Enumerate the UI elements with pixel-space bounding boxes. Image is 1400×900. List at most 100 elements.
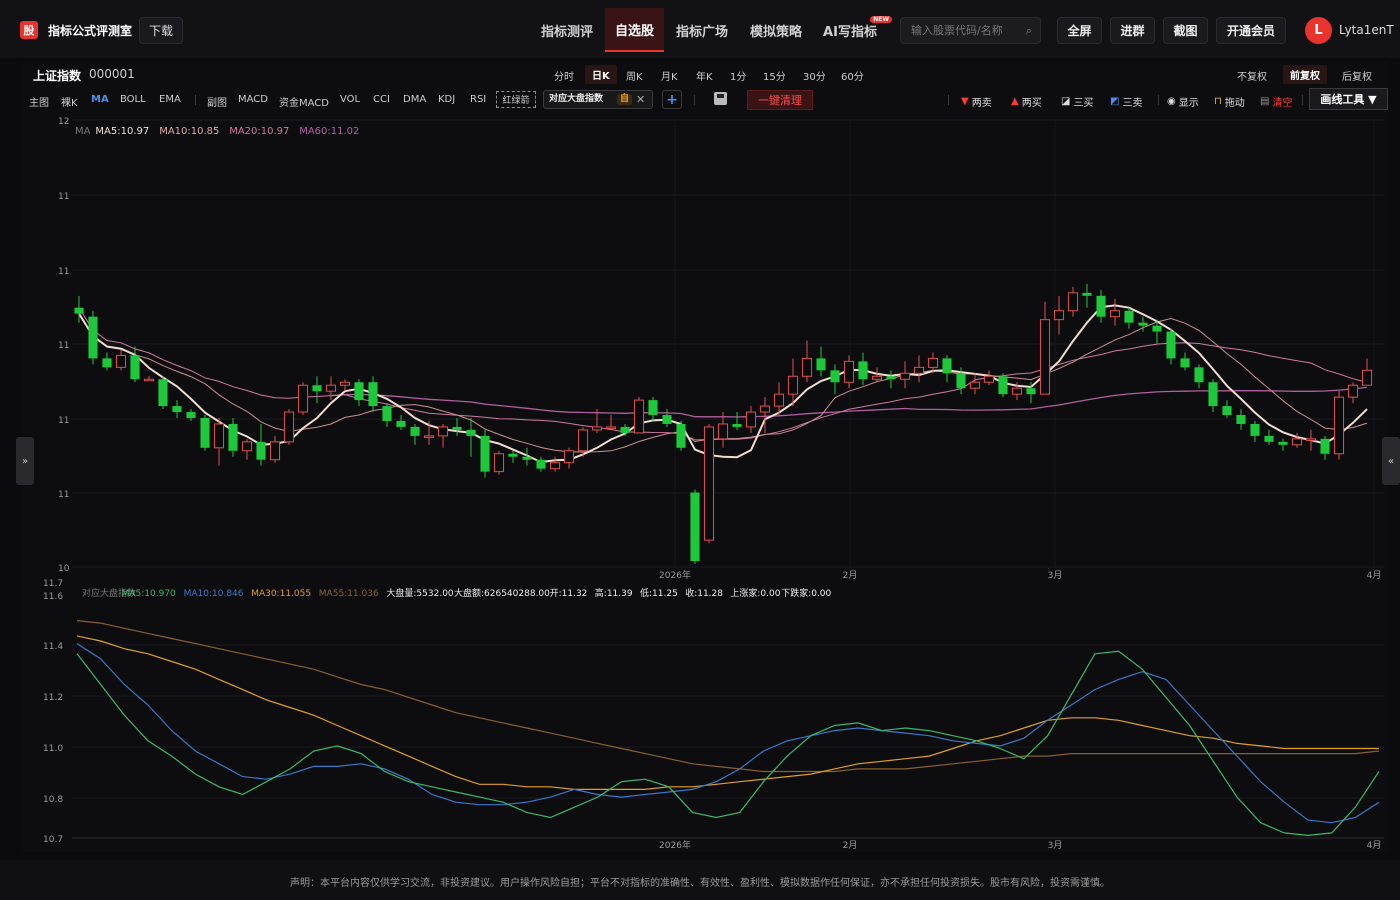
indicator-sub[interactable]: 副图 — [207, 94, 227, 109]
drawing-tools-dropdown[interactable]: 画线工具 ▼ — [1309, 88, 1388, 110]
candle-body-down — [354, 382, 364, 401]
candle-body-up — [325, 384, 337, 392]
candle-body-down — [228, 423, 238, 451]
candle-body-up — [983, 375, 995, 383]
y-tick-label: 11.2 — [43, 693, 63, 703]
candle-body-up — [1109, 310, 1121, 318]
toolbar-divider — [1158, 95, 1159, 105]
period-1min[interactable]: 1分 — [730, 68, 746, 83]
candle-body-down — [508, 453, 518, 457]
username[interactable]: Lyta1enT — [1339, 23, 1394, 37]
period-intraday[interactable]: 分时 — [554, 68, 574, 83]
toolbar-divider — [1302, 95, 1303, 105]
compare-index-label: 对应大盘指数 — [549, 94, 604, 104]
tool-clear[interactable]: ▤ 清空 — [1260, 94, 1292, 109]
close-icon[interactable]: ✕ — [636, 91, 645, 108]
indicator-boll[interactable]: BOLL — [120, 94, 146, 105]
candle-body-down — [522, 456, 532, 460]
indicator-rsi[interactable]: RSI — [470, 94, 486, 105]
save-icon[interactable] — [714, 92, 727, 105]
period-weekly[interactable]: 周K — [626, 68, 643, 83]
candle-body-down — [1320, 438, 1330, 454]
indicator-ma[interactable]: MA — [91, 94, 109, 105]
compare-index-tag[interactable]: 对应大盘指数 自 ✕ — [543, 90, 653, 109]
download-button[interactable]: 下载 — [139, 17, 183, 44]
adjust-backward[interactable]: 后复权 — [1342, 68, 1372, 83]
candle-body-down — [816, 358, 826, 371]
nav-tab-indicator-square[interactable]: 指标广场 — [668, 8, 736, 52]
add-indicator-button[interactable]: + — [662, 90, 682, 109]
candle-body-down — [74, 307, 84, 314]
sub-legend-item: MA5:10.970 — [122, 589, 176, 599]
candlestick-chart[interactable]: 121111111111102026年 2月 3月 4月MA MA5:10.97 MA10… — [0, 112, 1400, 587]
candle-body-up — [1011, 387, 1023, 395]
tool-two-sell[interactable]: ▼ 两卖 — [961, 94, 992, 109]
collapse-right-handle[interactable]: « — [1382, 437, 1400, 485]
candle-body-up — [1347, 384, 1359, 398]
nav-tab-ai-indicator[interactable]: AI写指标 NEW — [816, 8, 892, 52]
candle-body-down — [732, 423, 742, 427]
market-index-ma-chart[interactable]: 11.711.611.411.211.010.810.72026年 2月 3月 4月对… — [0, 578, 1400, 853]
ma-legend-item: MA10:10.85 — [159, 126, 219, 137]
indicator-kdj[interactable]: KDJ — [438, 94, 455, 105]
tool-two-buy[interactable]: ▲ 两买 — [1011, 94, 1042, 109]
adjust-forward[interactable]: 前复权 — [1283, 65, 1327, 84]
tool-show[interactable]: ◉ 显示 — [1167, 94, 1199, 109]
tool-drag[interactable]: ⊓ 拖动 — [1214, 94, 1245, 109]
fullscreen-button[interactable]: 全屏 — [1057, 17, 1102, 44]
candle-body-up — [801, 357, 813, 377]
candle-body-up — [283, 411, 295, 443]
candle-body-up — [115, 354, 127, 368]
indicator-macd[interactable]: MACD — [238, 94, 268, 105]
indicator-vol[interactable]: VOL — [340, 94, 360, 105]
sub-legend-item: 高:11.39 — [595, 587, 633, 599]
expand-left-handle[interactable]: » — [16, 437, 34, 485]
nav-tab-sim-strategy[interactable]: 模拟策略 — [742, 8, 810, 52]
screenshot-button[interactable]: 截图 — [1163, 17, 1208, 44]
period-30min[interactable]: 30分 — [803, 68, 826, 83]
candle-body-down — [1138, 322, 1148, 326]
sub-legend-item: MA10:10.846 — [184, 589, 244, 599]
nav-tab-ai-label: AI写指标 — [823, 24, 877, 40]
search-icon[interactable]: ⌕ — [1026, 18, 1032, 43]
period-60min[interactable]: 60分 — [841, 68, 864, 83]
nav-tab-watchlist[interactable]: 自选股 — [605, 8, 664, 52]
red-green-arrow-toggle[interactable]: 红绿箭 — [496, 91, 536, 108]
candle-body-down — [1222, 406, 1232, 416]
candle-body-down — [998, 376, 1008, 395]
y-tick-label: 11 — [58, 192, 69, 202]
nav-tab-indicator-eval[interactable]: 指标测评 — [533, 8, 601, 52]
join-group-button[interactable]: 进群 — [1110, 17, 1155, 44]
one-click-clear-button[interactable]: 一键清理 — [747, 90, 813, 110]
indicator-cci[interactable]: CCI — [373, 94, 390, 105]
period-15min[interactable]: 15分 — [763, 68, 786, 83]
toolbar-divider — [694, 95, 695, 105]
period-monthly[interactable]: 月K — [661, 68, 678, 83]
indicator-dma[interactable]: DMA — [403, 94, 426, 105]
eye-icon: ◉ — [1167, 96, 1176, 107]
indicator-bare-k[interactable]: 裸K — [61, 94, 78, 109]
ma30-line — [76, 635, 1379, 790]
ma10-line — [76, 643, 1380, 824]
tool-three-buy[interactable]: ◪ 三买 — [1061, 94, 1093, 109]
candle-body-up — [423, 435, 435, 438]
indicator-ema[interactable]: EMA — [159, 94, 181, 105]
down-triangle-icon: ▼ — [961, 96, 969, 107]
vip-button[interactable]: 开通会员 — [1216, 17, 1286, 44]
y-tick-label: 11 — [58, 416, 69, 426]
adjust-none[interactable]: 不复权 — [1237, 68, 1267, 83]
candle-body-up — [591, 426, 603, 431]
period-yearly[interactable]: 年K — [696, 68, 713, 83]
candle-body-up — [633, 399, 645, 434]
tool-three-sell[interactable]: ◩ 三卖 — [1110, 94, 1142, 109]
candle-body-down — [368, 382, 378, 407]
indicator-main[interactable]: 主图 — [29, 94, 49, 109]
sub-legend-item: 大盘量:5532.00 — [386, 587, 454, 599]
candle-body-down — [1166, 331, 1176, 359]
indicator-fund-macd[interactable]: 资金MACD — [279, 94, 329, 109]
candle-body-up — [913, 366, 925, 374]
stock-search-input[interactable]: 输入股票代码/名称 ⌕ — [900, 17, 1041, 44]
avatar[interactable]: L — [1305, 17, 1332, 44]
period-daily[interactable]: 日K — [585, 65, 617, 84]
candle-body-down — [1194, 367, 1204, 383]
